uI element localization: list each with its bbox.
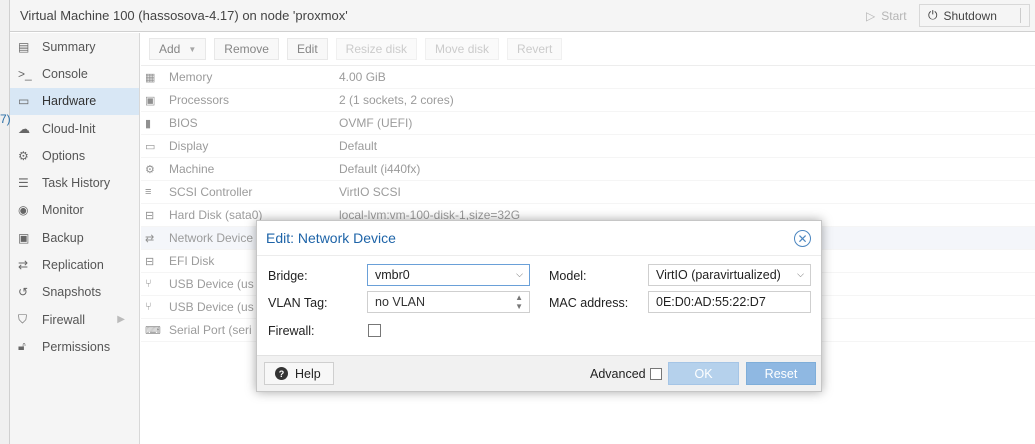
page-title: Virtual Machine 100 (hassosova-4.17) on … [20,8,348,23]
mac-address-label: MAC address: [549,296,629,310]
nav-item-backup[interactable]: ▣ Backup [10,224,139,251]
vm-nav-panel: ▤ Summary >_ Console ▭ Hardware ☁ Cloud-… [10,33,140,444]
play-icon: ▷ [866,8,876,23]
nav-item-console[interactable]: >_ Console [10,60,139,87]
floppy-icon: ▣ [18,230,30,245]
nav-item-monitor[interactable]: ◉ Monitor [10,197,139,224]
split-divider [1020,8,1021,23]
desktop-icon: ▭ [18,94,30,109]
retweet-icon: ⇄ [18,258,29,273]
question-circle-icon: ? [275,367,288,380]
history-icon: ↺ [18,285,29,300]
ok-button[interactable]: OK [668,362,739,385]
model-label: Model: [549,269,587,283]
dialog-header: Edit: Network Device ✕ [257,221,821,256]
nav-item-hardware[interactable]: ▭ Hardware [10,87,139,115]
eye-icon: ◉ [18,203,29,218]
mac-address-input[interactable]: 0E:D0:AD:55:22:D7 [648,291,811,313]
power-icon: ⏻ [928,8,938,22]
close-icon[interactable]: ✕ [794,230,811,247]
firewall-checkbox[interactable] [368,324,381,337]
firewall-label: Firewall: [268,324,315,338]
reset-button[interactable]: Reset [746,362,816,385]
dialog-footer: ? Help Advanced OK Reset [257,355,821,391]
edit-network-device-dialog: Edit: Network Device ✕ Bridge: vmbr0 ⌵ V… [256,220,822,392]
list-icon: ☰ [18,176,29,191]
shutdown-button[interactable]: ⏻ Shutdown [919,4,1030,27]
bridge-select[interactable]: vmbr0 ⌵ [367,264,530,286]
nav-item-cloud-init[interactable]: ☁ Cloud-Init [10,115,139,142]
nav-item-summary[interactable]: ▤ Summary [10,33,139,60]
chevron-right-icon: ▶ [117,314,125,326]
advanced-checkbox[interactable] [650,368,662,380]
nav-item-task-history[interactable]: ☰ Task History [10,169,139,196]
help-button[interactable]: ? Help [264,362,334,385]
start-button[interactable]: ▷ Start [857,4,916,27]
nav-item-options[interactable]: ⚙ Options [10,142,139,169]
model-select[interactable]: VirtIO (paravirtualized) ⌵ [648,264,811,286]
cloud-icon: ☁ [18,121,30,136]
shield-icon: ⛉ [18,312,28,327]
terminal-icon: >_ [18,66,32,81]
bridge-label: Bridge: [268,269,308,283]
resource-tree-edge: 7) [0,0,11,444]
nav-item-replication[interactable]: ⇄ Replication [10,251,139,278]
dialog-title: Edit: Network Device [266,230,396,246]
advanced-label: Advanced [590,367,646,381]
unlock-icon: 🔓︎ [18,339,26,354]
nav-item-snapshots[interactable]: ↺ Snapshots [10,279,139,306]
chevron-down-icon: ⌵ [516,269,523,279]
chevron-down-icon: ⌵ [797,269,804,279]
book-icon: ▤ [18,39,30,54]
vm-title-bar: Virtual Machine 100 (hassosova-4.17) on … [10,0,1035,32]
nav-item-firewall[interactable]: ⛉ Firewall ▶ [10,306,139,333]
spinner-icon[interactable]: ▲ ▼ [515,293,523,311]
dialog-body: Bridge: vmbr0 ⌵ VLAN Tag: no VLAN ▲ ▼ Fir… [257,256,821,356]
vlan-tag-stepper[interactable]: no VLAN ▲ ▼ [367,291,530,313]
gear-icon: ⚙ [18,148,29,163]
nav-item-permissions[interactable]: 🔓︎ Permissions [10,333,139,360]
vlan-tag-label: VLAN Tag: [268,296,328,310]
